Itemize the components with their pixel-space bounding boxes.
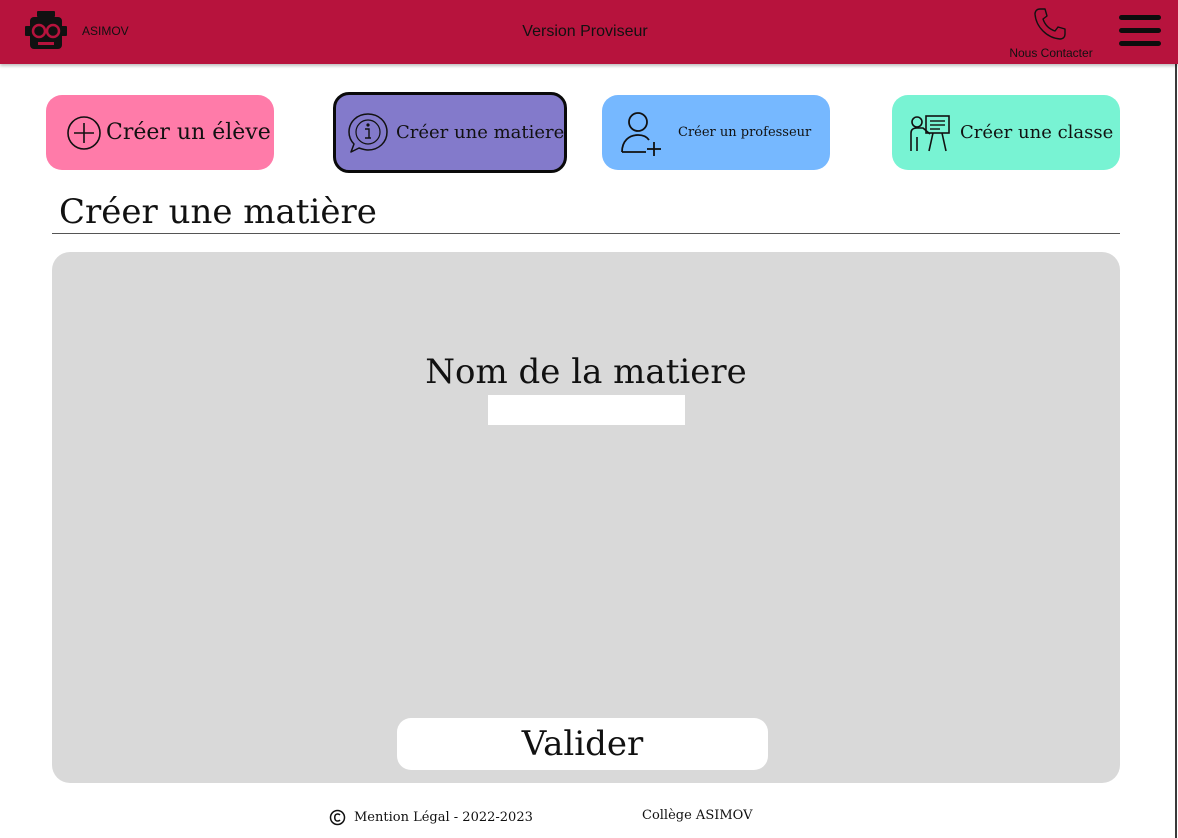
version-title: Version Proviseur — [522, 23, 648, 40]
footer-legal[interactable]: Mention Légal - 2022-2023 — [329, 806, 533, 828]
plus-circle-icon — [67, 115, 101, 150]
create-student-label: Créer un élève — [106, 120, 271, 145]
create-subject-button[interactable]: Créer une matiere — [333, 92, 567, 173]
subject-form-panel: Nom de la matiere Valider — [52, 252, 1120, 783]
contact-button[interactable]: Nous Contacter — [996, 4, 1106, 62]
create-teacher-label: Créer un professeur — [678, 125, 812, 140]
phone-icon — [1034, 8, 1066, 40]
copyright-icon — [329, 809, 346, 825]
create-subject-label: Créer une matiere — [396, 122, 565, 143]
create-class-label: Créer une classe — [960, 122, 1114, 143]
create-class-button[interactable]: Créer une classe — [892, 95, 1120, 170]
legal-mention-link: Mention Légal - 2022-2023 — [354, 809, 533, 825]
create-teacher-button[interactable]: Créer un professeur — [602, 95, 830, 170]
right-edge-line — [1175, 64, 1177, 838]
page-title: Créer une matière — [59, 192, 377, 232]
teacher-board-icon — [910, 114, 950, 151]
subject-name-input[interactable] — [488, 395, 685, 425]
contact-label: Nous Contacter — [1009, 46, 1093, 60]
school-name: Collège ASIMOV — [642, 808, 753, 823]
title-divider — [52, 233, 1120, 234]
subject-name-label: Nom de la matiere — [425, 352, 747, 392]
top-bar: ASIMOV Version Proviseur Nous Contacter — [0, 0, 1178, 64]
create-student-button[interactable]: Créer un élève — [46, 95, 274, 170]
hamburger-menu-icon[interactable] — [1119, 13, 1163, 49]
user-plus-icon — [621, 111, 661, 156]
validate-button[interactable]: Valider — [397, 718, 768, 770]
info-bubble-icon — [348, 112, 388, 153]
